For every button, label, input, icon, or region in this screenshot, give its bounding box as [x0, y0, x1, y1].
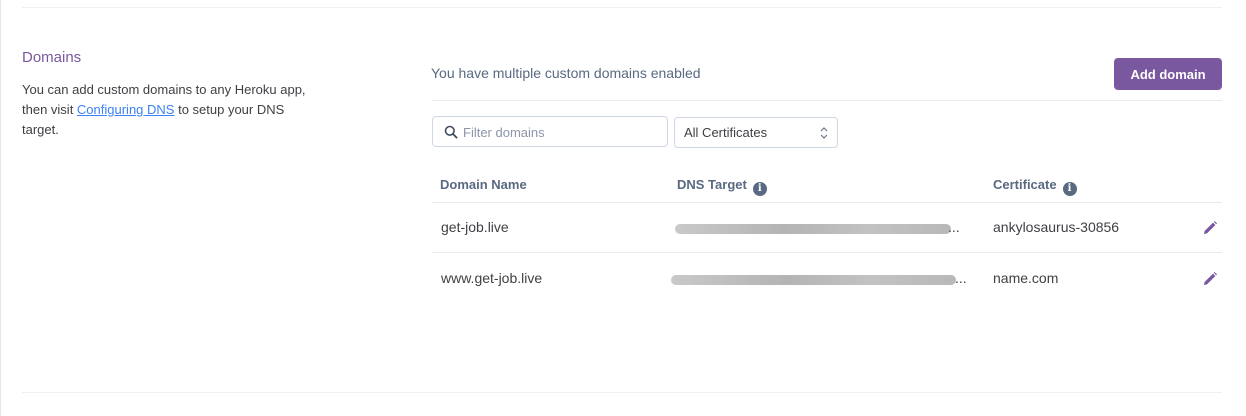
divider: [22, 7, 1222, 8]
filter-domains-field[interactable]: [432, 116, 668, 147]
domains-status-text: You have multiple custom domains enabled: [431, 65, 701, 81]
divider: [22, 392, 1222, 393]
filter-domains-input[interactable]: [461, 121, 665, 144]
section-description: You can add custom domains to any Heroku…: [22, 80, 307, 140]
chevron-up-down-icon: [820, 127, 828, 139]
redacted-dns-target: [671, 275, 956, 285]
search-icon: [444, 125, 458, 139]
column-header-dns-target: DNS Target i: [677, 177, 767, 196]
column-header-label: Domain Name: [440, 177, 527, 192]
section-title: Domains: [22, 49, 82, 66]
edit-pencil-icon[interactable]: [1202, 220, 1218, 236]
certificate-cell: name.com: [993, 270, 1059, 286]
edit-pencil-icon[interactable]: [1202, 271, 1218, 287]
certificate-cell: ankylosaurus-30856: [993, 219, 1120, 235]
redacted-dns-target: [675, 224, 951, 234]
add-domain-button[interactable]: Add domain: [1114, 58, 1222, 90]
column-header-certificate: Certificate i: [993, 177, 1077, 196]
domain-name-cell: www.get-job.live: [441, 270, 543, 286]
column-header-label: DNS Target: [677, 177, 747, 192]
column-header-label: Certificate: [993, 177, 1057, 192]
info-icon[interactable]: i: [1062, 182, 1077, 196]
panel-border: [0, 0, 1, 416]
configuring-dns-link[interactable]: Configuring DNS: [77, 102, 175, 117]
divider: [432, 252, 1222, 253]
certificate-select-value: All Certificates: [684, 125, 768, 140]
divider: [432, 100, 1222, 101]
divider: [432, 202, 1222, 203]
column-header-domain-name: Domain Name: [440, 177, 527, 192]
certificate-select[interactable]: All Certificates: [674, 117, 838, 148]
dns-target-ellipsis: ...: [948, 219, 960, 235]
info-icon[interactable]: i: [752, 182, 767, 196]
dns-target-ellipsis: ...: [955, 270, 967, 286]
domain-name-cell: get-job.live: [441, 219, 509, 235]
